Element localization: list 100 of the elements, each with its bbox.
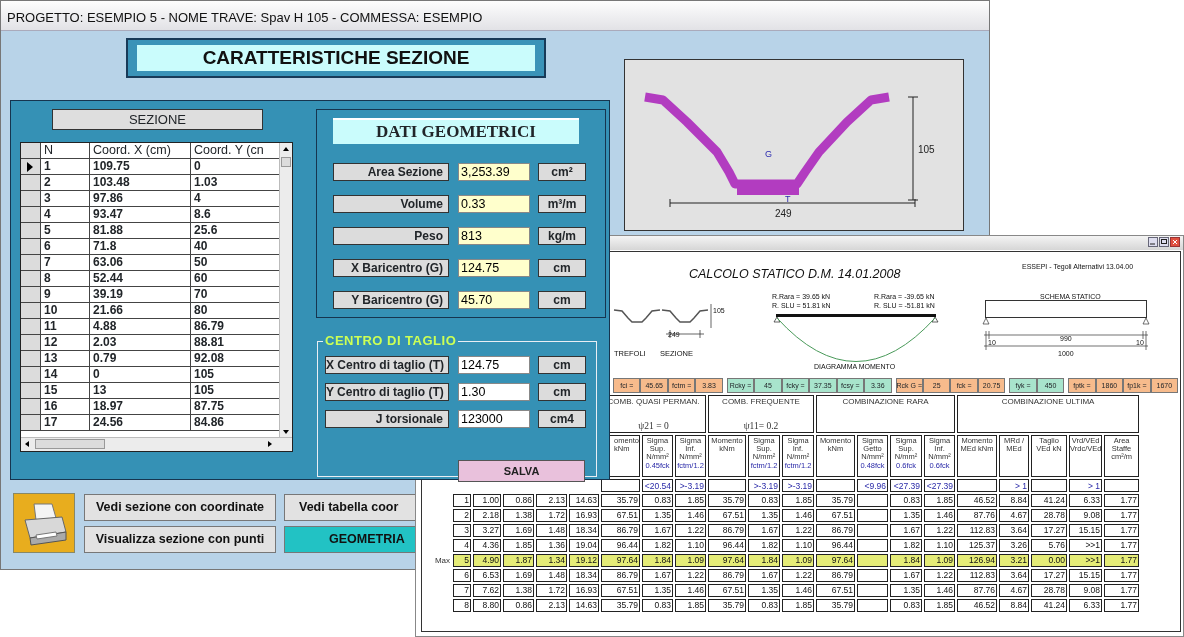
action-button[interactable]: GEOMETRIA <box>284 526 416 553</box>
coordinates-grid[interactable] <box>20 142 293 452</box>
table-cell: 1.48 <box>536 524 567 537</box>
scrollbar[interactable] <box>21 437 292 451</box>
table-cell: 3 <box>41 191 90 206</box>
table-cell: 18.34 <box>569 524 599 537</box>
table-cell: 1.35 <box>642 584 673 597</box>
maximize-icon[interactable] <box>1159 237 1169 247</box>
action-button[interactable]: Vedi tabella coor <box>284 494 416 521</box>
table-cell: 67.51 <box>601 584 640 597</box>
table-cell: 112.83 <box>957 569 998 582</box>
table-cell: 0.83 <box>748 494 780 507</box>
table-cell: 1.77 <box>1104 569 1140 582</box>
table-cell: 41.24 <box>1031 599 1068 612</box>
table-cell: 1.35 <box>890 584 922 597</box>
combination-title: COMBINAZIONE RARA <box>841 396 930 407</box>
table-cell: 1.48 <box>536 569 567 582</box>
table-cell: 1.67 <box>890 569 922 582</box>
table-cell: 15 <box>41 383 90 398</box>
table-cell: 14.63 <box>569 494 599 507</box>
field-label: Peso <box>333 227 449 245</box>
table-cell: 1.46 <box>782 509 814 522</box>
table-cell: 1.22 <box>782 524 814 537</box>
action-button[interactable]: Vedi sezione con coordinate <box>84 494 276 521</box>
table-cell: 0 <box>90 367 191 382</box>
table-cell: 1.85 <box>924 599 956 612</box>
row-number: 1 <box>453 494 471 507</box>
row-number: 2 <box>453 509 471 522</box>
table-cell: 1.10 <box>924 539 956 552</box>
print-button[interactable] <box>13 493 75 553</box>
table-cell: 1.46 <box>924 584 956 597</box>
header-cell <box>21 143 41 158</box>
table-cell: 67.51 <box>708 509 746 522</box>
table-cell: 13 <box>90 383 191 398</box>
table-cell: 28.78 <box>1031 509 1068 522</box>
table-cell: 1.36 <box>536 539 567 552</box>
save-button[interactable]: SALVA <box>458 460 585 482</box>
table-cell: 3.64 <box>999 524 1030 537</box>
limit-cell: >-3.19 <box>748 479 780 492</box>
table-cell: 1.77 <box>1104 509 1140 522</box>
table-cell: 86.79 <box>816 524 855 537</box>
dimension-label: 105 <box>918 143 935 157</box>
table-cell: 35.79 <box>816 494 855 507</box>
table-cell: 4.88 <box>90 319 191 334</box>
table-cell: 9 <box>41 287 90 302</box>
table-cell: 17.27 <box>1031 524 1068 537</box>
value-field[interactable]: 124.75 <box>458 259 530 277</box>
table-cell: 103.48 <box>90 175 191 190</box>
report-title: CALCOLO STATICO D.M. 14.01.2008 <box>689 266 901 283</box>
table-cell: 71.8 <box>90 239 191 254</box>
table-cell: 1.67 <box>890 524 922 537</box>
table-cell: 16.93 <box>569 584 599 597</box>
table-cell: 39.19 <box>90 287 191 302</box>
table-cell: 1.22 <box>924 524 956 537</box>
table-cell: 3.21 <box>999 554 1030 567</box>
centroid-label: G <box>765 148 772 161</box>
field-label: Y Centro di taglio (T) <box>325 383 449 401</box>
table-cell: 1.67 <box>748 569 780 582</box>
table-cell: 97.64 <box>708 554 746 567</box>
table-cell: 63.06 <box>90 255 191 270</box>
close-icon[interactable] <box>1170 237 1180 247</box>
table-cell: 4.67 <box>999 584 1030 597</box>
table-cell: 14.63 <box>569 599 599 612</box>
table-cell: 35.79 <box>601 494 640 507</box>
table-cell: 41.24 <box>1031 494 1068 507</box>
value-field[interactable]: 45.70 <box>458 291 530 309</box>
column-header: N <box>41 143 90 158</box>
field-label: X Baricentro (G) <box>333 259 449 277</box>
table-cell: 1.46 <box>675 509 706 522</box>
limit-cell: > 1 <box>1069 479 1103 492</box>
value-field[interactable]: 0.33 <box>458 195 530 213</box>
table-cell: 67.51 <box>601 509 640 522</box>
table-cell: 1.35 <box>748 509 780 522</box>
unit-label: cm <box>538 259 586 277</box>
table-cell: 0.83 <box>890 494 922 507</box>
table-cell: 12 <box>41 335 90 350</box>
table-cell: 112.83 <box>957 524 998 537</box>
table-cell: 81.88 <box>90 223 191 238</box>
table-cell: 1.85 <box>782 599 814 612</box>
combination-title: COMB. FREQUENTE <box>721 396 801 407</box>
table-cell: 13 <box>41 351 90 366</box>
table-cell: 1.09 <box>782 554 814 567</box>
table-cell: 18.34 <box>569 569 599 582</box>
value-field[interactable]: 813 <box>458 227 530 245</box>
table-cell: 1.77 <box>1104 494 1140 507</box>
table-cell: 18.97 <box>90 399 191 414</box>
action-button[interactable]: Visualizza sezione con punti <box>84 526 276 553</box>
value-field[interactable]: 3,253.39 <box>458 163 530 181</box>
value-field[interactable]: 124.75 <box>458 356 530 374</box>
value-field[interactable]: 123000 <box>458 410 530 428</box>
table-cell: 1.82 <box>748 539 780 552</box>
table-cell: 97.64 <box>816 554 855 567</box>
scrollbar[interactable] <box>279 143 292 438</box>
minimize-icon[interactable] <box>1148 237 1158 247</box>
table-cell: 86.79 <box>708 524 746 537</box>
table-cell: 1.10 <box>675 539 706 552</box>
table-cell: 4.90 <box>473 554 501 567</box>
table-cell: 1.82 <box>642 539 673 552</box>
table-cell: 1.87 <box>503 554 534 567</box>
value-field[interactable]: 1.30 <box>458 383 530 401</box>
